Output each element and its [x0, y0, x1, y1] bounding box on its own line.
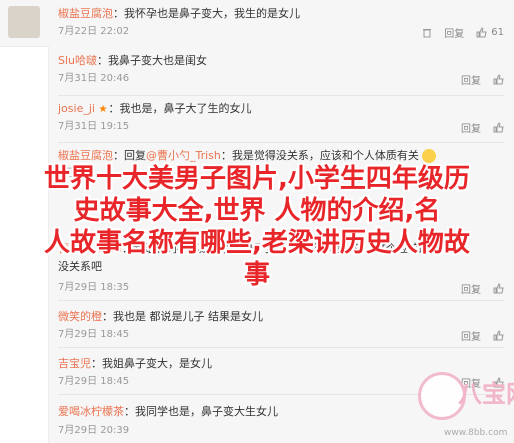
reply-username[interactable]: 吉宝児 — [58, 357, 91, 370]
reply-time: 7月29日 20:39 — [58, 425, 130, 436]
emoji-icon — [422, 149, 437, 163]
reply-item: 椒盐豆腐泡：回复@曹小勺_Trish：我是觉得没关系，应该和个人体质有关 7月3… — [0, 143, 514, 189]
reply-text: ：我也是，鼻子大了生的女儿 — [108, 102, 252, 115]
thumbs-up-icon — [476, 27, 487, 38]
avatar[interactable] — [8, 6, 40, 38]
reply-button[interactable]: 回复 — [444, 25, 464, 40]
comment-text: ：我怀孕也是鼻子变大，我生的是女儿 — [113, 7, 300, 20]
reply-button[interactable]: 回复 — [461, 120, 481, 135]
reply-username[interactable]: 椒盐豆腐泡 — [58, 149, 113, 162]
reply-username[interactable]: 爱喝冰柠檬茶 — [58, 405, 124, 418]
reply-item: 微笑的橙：我也是 都说是儿子 结果是女儿 7月29日 18:45 回复 — [0, 301, 514, 347]
vip-icon: ★ — [98, 104, 108, 115]
like-button[interactable]: 61 — [476, 27, 504, 38]
trash-icon[interactable] — [422, 27, 432, 39]
comment-username[interactable]: 椒盐豆腐泡 — [58, 7, 113, 20]
reply-time: 7月29日 18:45 — [58, 329, 130, 340]
reply-username[interactable]: josie_ji — [58, 102, 95, 115]
reply-item: Slu哈啵：我鼻子变大也是闺女 7月31日 20:46 回复 — [0, 47, 514, 95]
reply-button[interactable]: 回复 — [461, 72, 481, 87]
reply-text: ：我鼻子变大也是闺女 — [97, 54, 208, 67]
comment-item: 椒盐豆腐泡：我怀孕也是鼻子变大，我生的是女儿 7月22日 22:02 回复 61 — [0, 0, 514, 46]
thumbs-up-icon[interactable] — [493, 121, 504, 134]
mention-link[interactable]: @曹小勺_Trish — [146, 149, 221, 162]
reply-button[interactable]: 回复 — [461, 281, 481, 296]
thumbs-up-icon[interactable] — [493, 329, 504, 342]
reply-text-cont: 没关系吧 — [58, 260, 102, 273]
reply-text: ：我同学也是，鼻子变大生女儿 — [124, 405, 278, 418]
watermark-logo: 八宝网 — [418, 372, 514, 436]
reply-prefix: ：回复 — [113, 149, 146, 162]
reply-username[interactable]: 曹小勺_Trish — [58, 242, 122, 255]
reply-time: 7月31日 19:15 — [58, 121, 130, 132]
reply-text: ：我也是 都说是儿子 结果是女儿 — [102, 310, 263, 323]
reply-time: 7月29日 18:45 — [58, 376, 130, 387]
reply-username[interactable]: Slu哈啵 — [58, 54, 97, 67]
watermark-brand: 八宝网 — [458, 380, 514, 408]
reply-item: 曹小勺_Trish：我跟我同学都是儿子，鼻子变大，生下都是女孩，这个应该跟这个 … — [0, 236, 514, 300]
reply-text: ：我是觉得没关系，应该和个人体质有关 — [220, 149, 419, 162]
reply-username[interactable]: 微笑的橙 — [58, 310, 102, 323]
watermark-site: www.8bb.com — [444, 428, 508, 438]
reply-item: josie_ji ★：我也是，鼻子大了生的女儿 7月31日 19:15 回复 — [0, 96, 514, 142]
comment-time: 7月22日 22:02 — [58, 26, 130, 37]
reply-time: 7月3... — [58, 168, 91, 179]
like-count: 61 — [491, 27, 504, 38]
thumbs-up-icon[interactable] — [493, 73, 504, 86]
reply-text: ：我姐鼻子变大，是女儿 — [91, 357, 212, 370]
thumbs-up-icon[interactable] — [493, 282, 504, 295]
reply-button[interactable]: 回复 — [461, 328, 481, 343]
reply-text: ：我跟我同学都是儿子，鼻子变大，生下都是女孩，这个应该跟这个 — [121, 242, 452, 255]
reply-time: 7月31日 20:46 — [58, 73, 130, 84]
reply-time: 7月29日 18:35 — [58, 282, 130, 293]
